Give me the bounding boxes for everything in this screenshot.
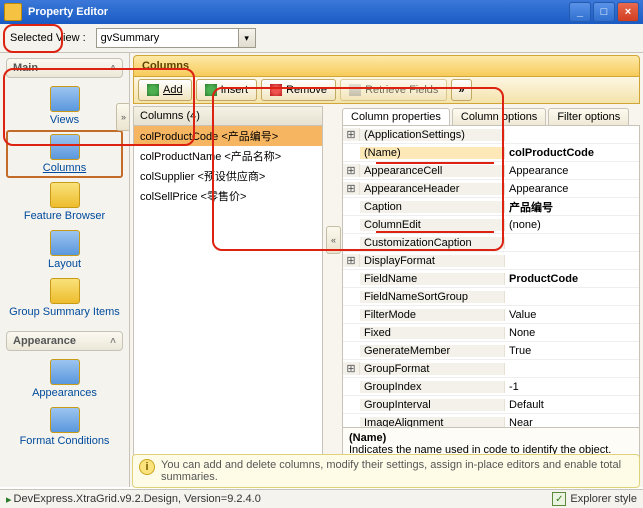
selected-view-value: gvSummary: [101, 32, 160, 44]
views-icon: [50, 86, 80, 112]
status-bar: ▸ DevExpress.XtraGrid.v9.2.Design, Versi…: [0, 489, 643, 508]
expand-icon[interactable]: ⊞: [343, 182, 360, 195]
feature-browser-icon: [50, 182, 80, 208]
expand-icon[interactable]: ⊞: [343, 128, 360, 141]
minimize-button[interactable]: _: [569, 2, 591, 22]
toolbar-overflow-button[interactable]: »: [451, 79, 471, 101]
triangle-icon: ▸: [6, 493, 12, 506]
tab-column-properties[interactable]: Column properties: [342, 108, 450, 125]
appearances-icon: [50, 359, 80, 385]
info-icon: i: [139, 459, 155, 475]
format-conditions-icon: [50, 407, 80, 433]
layout-icon: [50, 230, 80, 256]
column-item[interactable]: colSellPrice <零售价>: [134, 186, 322, 206]
app-icon: [4, 3, 22, 21]
retrieve-icon: [349, 84, 361, 96]
property-grid[interactable]: ⊞(ApplicationSettings) (Name)colProductC…: [342, 125, 640, 428]
maximize-button[interactable]: □: [593, 2, 615, 22]
columns-icon: [50, 134, 80, 160]
column-item[interactable]: colProductName <产品名称>: [134, 146, 322, 166]
sidebar: Main˄ Views Columns Feature Browser Layo…: [0, 53, 130, 487]
sidebar-item-views[interactable]: Views: [6, 82, 123, 130]
toolbar: Add Insert Remove Retrieve Fields »: [133, 77, 640, 104]
remove-icon: [270, 84, 282, 96]
insert-icon: [205, 84, 217, 96]
expand-icon[interactable]: ⊞: [343, 254, 360, 267]
expand-icon[interactable]: ⊞: [343, 164, 360, 177]
expand-icon[interactable]: ⊞: [343, 362, 360, 375]
add-icon: [147, 84, 159, 96]
hint-bar: i You can add and delete columns, modify…: [132, 454, 640, 488]
content-area: Columns Add Insert Remove Retrieve Field…: [130, 53, 643, 487]
explorer-style-checkbox[interactable]: ✓: [552, 492, 566, 506]
sidebar-group-main[interactable]: Main˄: [6, 58, 123, 78]
sidebar-item-layout[interactable]: Layout: [6, 226, 123, 274]
tab-filter-options[interactable]: Filter options: [548, 108, 629, 125]
status-text: DevExpress.XtraGrid.v9.2.Design, Version…: [14, 493, 261, 505]
column-item[interactable]: colProductCode <产品编号>: [134, 126, 322, 146]
panel-header: Columns: [133, 55, 640, 77]
explorer-style-label: Explorer style: [570, 493, 637, 505]
list-collapse-left-button[interactable]: «: [326, 226, 341, 254]
view-bar: Selected View : gvSummary ▾: [0, 24, 643, 53]
sidebar-item-feature-browser[interactable]: Feature Browser: [6, 178, 123, 226]
sidebar-item-format-conditions[interactable]: Format Conditions: [6, 403, 123, 451]
sidebar-group-appearance[interactable]: Appearance˄: [6, 331, 123, 351]
window-title: Property Editor: [28, 6, 108, 18]
property-column: Column properties Column options Filter …: [342, 106, 640, 485]
sidebar-item-group-summary[interactable]: Group Summary Items: [6, 274, 123, 322]
group-summary-icon: [50, 278, 80, 304]
add-button[interactable]: Add: [138, 79, 192, 101]
insert-button[interactable]: Insert: [196, 79, 258, 101]
chevron-up-icon: ˄: [110, 63, 116, 74]
close-button[interactable]: ×: [617, 2, 639, 22]
columns-list[interactable]: colProductCode <产品编号> colProductName <产品…: [133, 126, 323, 485]
remove-button[interactable]: Remove: [261, 79, 336, 101]
sidebar-collapse-right-button[interactable]: »: [116, 103, 130, 131]
selected-view-label: Selected View :: [10, 32, 86, 44]
columns-count-header: Columns (4): [133, 106, 323, 126]
sidebar-item-appearances[interactable]: Appearances: [6, 355, 123, 403]
tab-column-options[interactable]: Column options: [452, 108, 546, 125]
retrieve-fields-button[interactable]: Retrieve Fields: [340, 79, 447, 101]
column-item[interactable]: colSupplier <预设供应商>: [134, 166, 322, 186]
columns-panel: Columns (4) colProductCode <产品编号> colPro…: [133, 106, 323, 485]
sidebar-item-columns[interactable]: Columns: [6, 130, 123, 178]
chevron-up-icon: ˄: [110, 336, 116, 347]
property-tabs: Column properties Column options Filter …: [342, 106, 640, 125]
chevron-down-icon[interactable]: ▾: [238, 29, 255, 47]
window-titlebar: Property Editor _ □ ×: [0, 0, 643, 24]
selected-view-combo[interactable]: gvSummary ▾: [96, 28, 256, 48]
